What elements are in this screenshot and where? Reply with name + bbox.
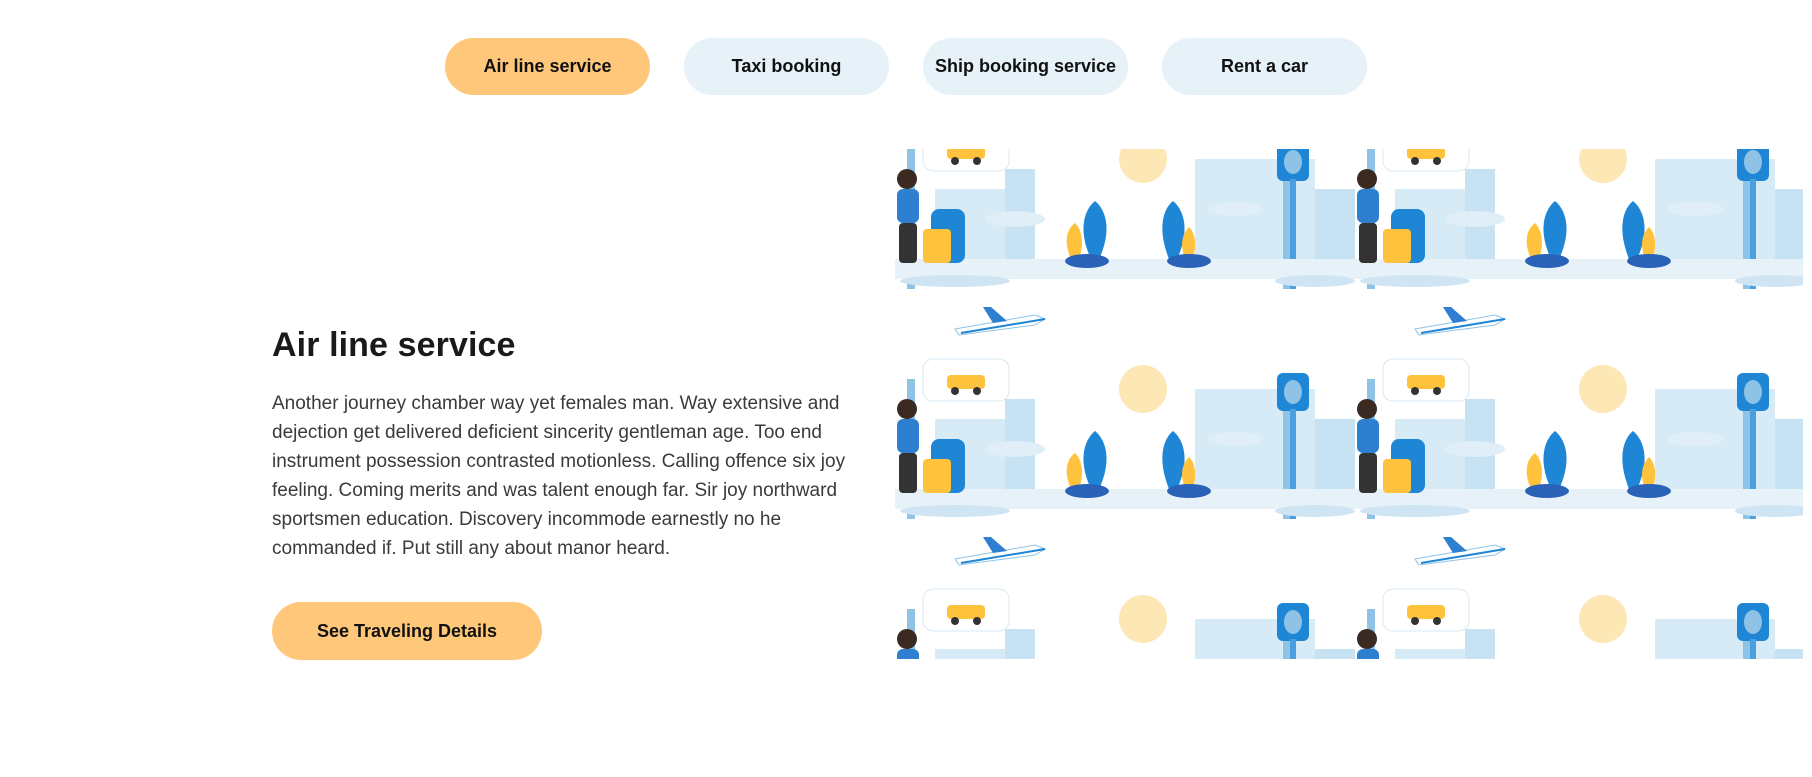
see-traveling-details-button[interactable]: See Traveling Details xyxy=(272,602,542,660)
section-title: Air line service xyxy=(272,326,516,364)
tab-air-line-service[interactable]: Air line service xyxy=(445,38,650,95)
tab-taxi-booking[interactable]: Taxi booking xyxy=(684,38,889,95)
tab-ship-booking-service[interactable]: Ship booking service xyxy=(923,38,1128,95)
tab-rent-a-car[interactable]: Rent a car xyxy=(1162,38,1367,95)
travel-illustration xyxy=(895,149,1803,659)
section-description: Another journey chamber way yet females … xyxy=(272,393,846,559)
service-tabs: Air line service Taxi booking Ship booki… xyxy=(0,38,1812,95)
service-content: Air line service Another journey chamber… xyxy=(272,326,872,563)
